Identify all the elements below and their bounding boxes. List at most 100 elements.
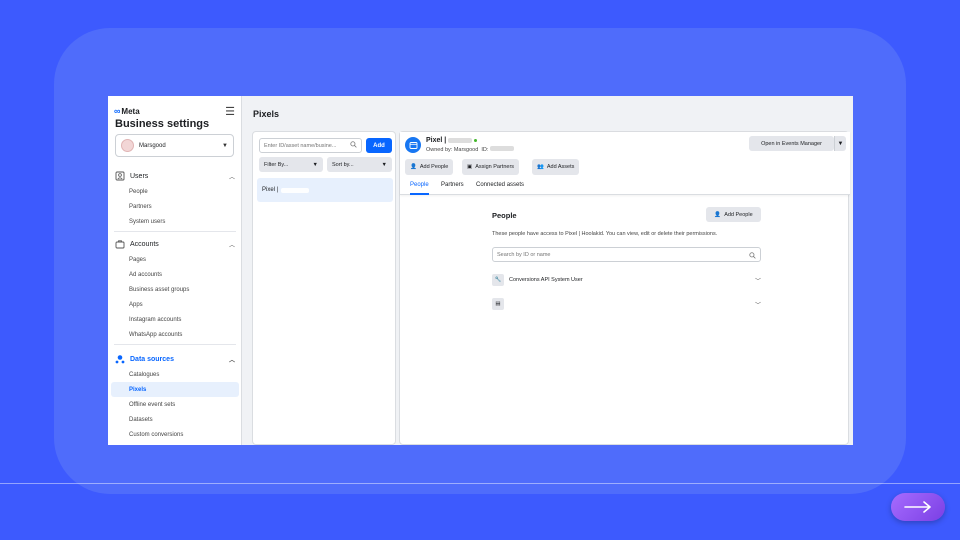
nav-divider	[114, 231, 236, 232]
nav-group-accounts: Accounts ︿ Pages Ad accounts Business as…	[108, 236, 241, 347]
caret-down-icon[interactable]: ▼	[834, 136, 846, 151]
pixel-icon	[405, 137, 421, 153]
add-button[interactable]: Add	[366, 138, 392, 153]
status-dot	[474, 139, 478, 142]
account-avatar	[121, 139, 134, 152]
nav-item-partners[interactable]: Partners	[108, 199, 241, 214]
nav-item-ad-accounts[interactable]: Ad accounts	[108, 267, 241, 282]
arrow-right-icon	[903, 501, 933, 513]
chevron-up-icon: ︿	[228, 242, 235, 249]
nav-head-accounts[interactable]: Accounts ︿	[108, 236, 241, 252]
user-card-icon: ▤	[492, 298, 504, 310]
redacted-text	[281, 187, 310, 193]
search-icon	[749, 246, 756, 264]
wrench-icon: 🔧	[492, 274, 504, 286]
search-icon	[350, 141, 357, 150]
menu-icon[interactable]: ☰	[225, 105, 235, 118]
nav-item-whatsapp-accounts[interactable]: WhatsApp accounts	[108, 327, 241, 342]
person-name: Conversions API System User	[509, 277, 583, 283]
caret-down-icon: ▼	[381, 161, 387, 168]
pixel-list-panel: Add Filter By... ▼ Sort by... ▼ Pixel |	[252, 131, 396, 445]
nav-head-label: Data sources	[130, 355, 174, 363]
tab-people[interactable]: People	[410, 182, 429, 195]
asset-search[interactable]	[259, 138, 362, 153]
open-events-manager-button[interactable]: Open in Events Manager	[749, 136, 834, 151]
nav-item-catalogues[interactable]: Catalogues	[108, 367, 241, 382]
tab-partners[interactable]: Partners	[441, 182, 464, 195]
chevron-down-icon: ﹀	[754, 302, 761, 309]
person-add-icon: 👤	[714, 211, 722, 218]
button-label: Add People	[419, 164, 449, 170]
nav-item-people[interactable]: People	[108, 184, 241, 199]
button-label: Assign Partners	[475, 164, 515, 170]
tab-connected-assets[interactable]: Connected assets	[476, 182, 524, 195]
button-label: Add People	[724, 211, 753, 218]
nav-item-offline-event-sets[interactable]: Offline event sets	[108, 397, 241, 412]
briefcase-icon	[115, 239, 125, 249]
account-name: Marsgood	[139, 142, 166, 149]
next-button[interactable]	[891, 493, 945, 521]
nav-item-custom-conversions[interactable]: Custom conversions	[108, 427, 241, 442]
people-search-input[interactable]	[497, 251, 737, 258]
assign-partners-button[interactable]: ▣ Assign Partners	[462, 159, 520, 175]
account-selector[interactable]: Marsgood ▼	[115, 134, 234, 157]
list-item[interactable]: ▤ ﹀	[492, 296, 761, 312]
pixel-detail-panel: Pixel | Owned by: Marsgood ID: Open in E…	[399, 131, 850, 445]
meta-logo-text: Meta	[121, 106, 140, 116]
data-sources-icon	[115, 354, 125, 364]
chevron-up-icon: ︿	[228, 357, 235, 364]
logo-row: ∞ Meta ☰	[114, 105, 235, 118]
briefcase-icon: ▣	[467, 164, 473, 170]
filter-dropdown[interactable]: Filter By... ▼	[259, 157, 323, 172]
asset-search-input[interactable]	[264, 142, 350, 149]
chevron-down-icon: ﹀	[754, 278, 761, 285]
nav-item-datasets[interactable]: Datasets	[108, 412, 241, 427]
list-item-label: Pixel |	[262, 187, 279, 193]
nav-divider	[114, 344, 236, 345]
page-heading: Business settings	[115, 118, 210, 130]
add-people-button[interactable]: 👤 Add People	[706, 207, 761, 222]
nav-head-label: Accounts	[130, 240, 159, 248]
filter-label: Filter By...	[264, 161, 289, 168]
nav-head-label: Users	[130, 172, 149, 180]
meta-logo[interactable]: ∞ Meta	[114, 106, 140, 116]
detail-header: Pixel | Owned by: Marsgood ID: Open in E…	[400, 132, 850, 195]
nav-item-apps[interactable]: Apps	[108, 297, 241, 312]
nav-head-users[interactable]: Users ︿	[108, 168, 241, 184]
sidebar: ∞ Meta ☰ Business settings Marsgood ▼ Use…	[108, 96, 242, 445]
divider-line	[0, 483, 960, 484]
nav-group-users: Users ︿ People Partners System users	[108, 168, 241, 234]
list-item-pixel[interactable]: Pixel |	[257, 178, 393, 202]
redacted-text	[448, 138, 473, 143]
add-assets-button[interactable]: 👥 Add Assets	[532, 159, 580, 175]
pixel-name-text: Pixel |	[426, 137, 447, 144]
page-title: Pixels	[253, 109, 280, 119]
nav-item-pages[interactable]: Pages	[108, 252, 241, 267]
redacted-text	[489, 146, 514, 151]
caret-down-icon: ▼	[222, 142, 228, 149]
caret-down-icon: ▼	[312, 161, 318, 168]
list-item[interactable]: 🔧 Conversions API System User ﹀	[492, 272, 761, 288]
pixel-owner-line: Owned by: Marsgood ID:	[426, 146, 514, 153]
nav-head-data-sources[interactable]: Data sources ︿	[108, 351, 241, 367]
pixel-name: Pixel |	[426, 137, 478, 144]
section-title: People	[492, 211, 517, 220]
users-icon	[115, 171, 125, 181]
sort-label: Sort by...	[332, 161, 354, 168]
owned-by: Owned by: Marsgood	[426, 147, 479, 153]
nav-item-instagram-accounts[interactable]: Instagram accounts	[108, 312, 241, 327]
chevron-up-icon: ︿	[228, 174, 235, 181]
meta-infinity-icon: ∞	[114, 106, 121, 116]
people-search[interactable]	[492, 247, 761, 262]
people-icon: 👥	[537, 164, 544, 170]
sort-dropdown[interactable]: Sort by... ▼	[327, 157, 392, 172]
section-description: These people have access to Pixel | Hool…	[492, 231, 718, 237]
nav-item-system-users[interactable]: System users	[108, 214, 241, 229]
add-people-button[interactable]: 👤 Add People	[405, 159, 454, 175]
person-icon: 👤	[410, 164, 417, 170]
button-label: Add Assets	[546, 164, 575, 170]
id-label: ID:	[481, 147, 489, 153]
nav-group-data-sources: Data sources ︿ Catalogues Pixels Offline…	[108, 351, 241, 442]
nav-item-pixels[interactable]: Pixels	[111, 382, 239, 397]
nav-item-business-asset-groups[interactable]: Business asset groups	[108, 282, 241, 297]
